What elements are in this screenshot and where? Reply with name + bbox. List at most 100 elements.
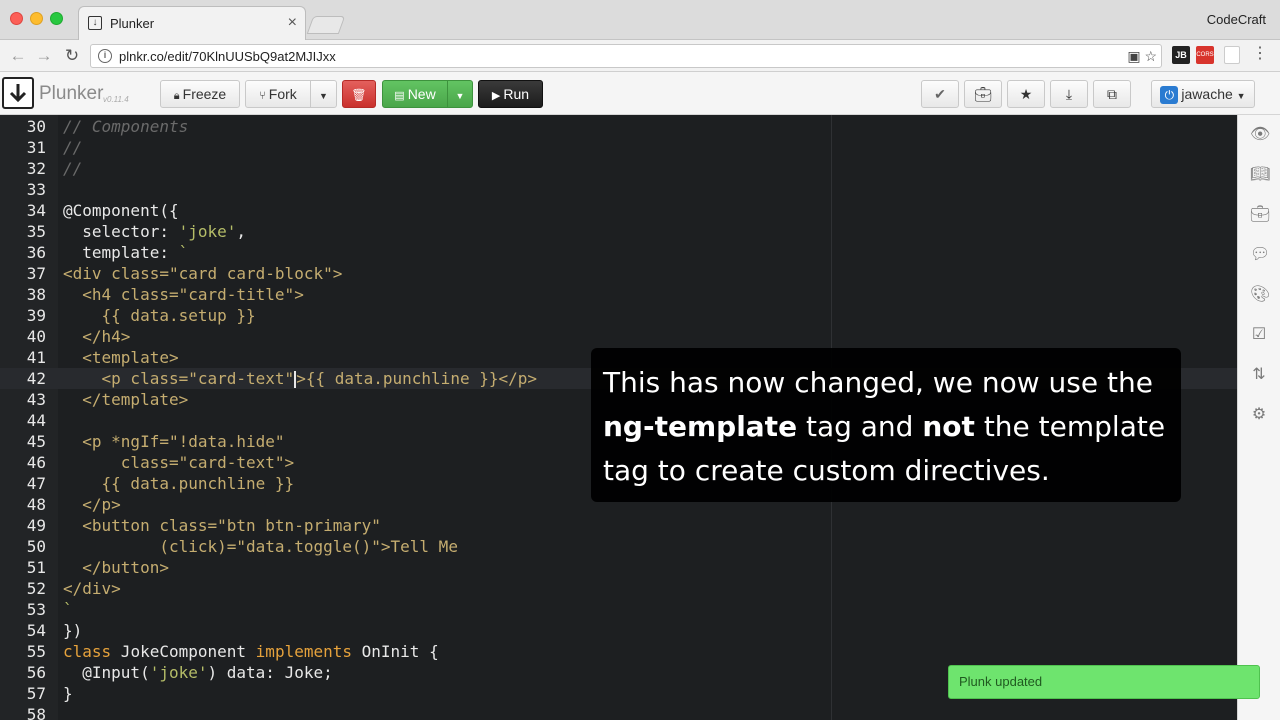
palette-icon[interactable]: 🎨︎ <box>1250 286 1270 304</box>
freeze-button[interactable]: 🔒︎ Freeze <box>160 80 240 108</box>
plunker-logo-icon[interactable] <box>2 77 34 109</box>
code-line[interactable]: 32 // <box>0 158 1237 179</box>
code-token: </h4> <box>63 327 131 346</box>
close-window-button[interactable] <box>10 12 23 25</box>
comments-icon[interactable]: 💬︎ <box>1250 246 1270 264</box>
save-check-button[interactable]: ✔ <box>921 80 959 108</box>
code-line[interactable]: 33 <box>0 179 1237 200</box>
code-line[interactable]: 38 <h4 class="card-title"> <box>0 284 1237 305</box>
trash-icon: 🗑︎ <box>351 88 367 102</box>
line-number: 42 <box>26 369 46 388</box>
code-text: </button> <box>63 557 169 578</box>
tab-close-icon[interactable]: × <box>288 14 297 32</box>
url-text: plnkr.co/edit/70KlnUUSbQ9at2MJIJxx <box>119 49 336 64</box>
star-button[interactable]: ★ <box>1007 80 1045 108</box>
code-text: <h4 class="card-title"> <box>63 284 304 305</box>
briefcase-icon[interactable]: 💼︎ <box>1250 206 1270 224</box>
code-line[interactable]: 37 <div class="card card-block"> <box>0 263 1237 284</box>
code-token: @Input( <box>63 663 150 682</box>
code-line[interactable]: 30 // Components <box>0 116 1237 137</box>
code-line[interactable]: 40 </h4> <box>0 326 1237 347</box>
user-menu-button[interactable]: ⏻ jawache ▼ <box>1151 80 1255 108</box>
reload-icon[interactable]: ↻ <box>62 46 82 66</box>
code-token: class="card-text"> <box>63 453 295 472</box>
jetbrains-extension-icon[interactable]: JB <box>1172 46 1190 64</box>
code-line[interactable]: 55 class JokeComponent implements OnInit … <box>0 641 1237 662</box>
run-label: Run <box>503 86 530 102</box>
fork-button[interactable]: ⑂ Fork <box>245 80 311 108</box>
code-line[interactable]: 39 {{ data.setup }} <box>0 305 1237 326</box>
code-token: >{{ data.punchline }}</p> <box>296 369 538 388</box>
site-info-icon[interactable]: i <box>98 49 112 63</box>
code-line[interactable]: 36 template: ` <box>0 242 1237 263</box>
caret-down-icon: ▼ <box>1236 91 1246 101</box>
code-text: template: ` <box>63 242 188 263</box>
plunker-favicon-icon: ↓ <box>88 16 102 30</box>
code-text: {{ data.setup }} <box>63 305 256 326</box>
extension-icon[interactable] <box>1224 46 1240 64</box>
code-text: </p> <box>63 494 121 515</box>
checkbox-icon[interactable]: ☑ <box>1250 326 1268 344</box>
delete-button[interactable]: 🗑︎ <box>342 80 376 108</box>
line-number: 54 <box>26 621 46 640</box>
code-token: 'joke' <box>178 222 237 241</box>
url-field[interactable]: i plnkr.co/edit/70KlnUUSbQ9at2MJIJxx ▣ ☆ <box>90 44 1162 68</box>
external-link-icon: ⧉ <box>1107 86 1117 102</box>
video-caption: This has now changed, we now use the ng-… <box>591 348 1181 502</box>
sync-arrows-icon[interactable]: ⇅ <box>1250 366 1268 384</box>
maximize-window-button[interactable] <box>50 12 63 25</box>
line-number: 35 <box>26 222 46 241</box>
code-line[interactable]: 54}) <box>0 620 1237 641</box>
browser-profile-name[interactable]: CodeCraft <box>1207 12 1266 27</box>
plunk-updated-toast[interactable]: Plunk updated <box>948 665 1260 699</box>
run-button[interactable]: ▶ Run <box>478 80 543 108</box>
fork-dropdown-button[interactable]: ▼ <box>310 80 337 108</box>
code-line[interactable]: 35 selector: 'joke', <box>0 221 1237 242</box>
code-line[interactable]: 51 </button> <box>0 557 1237 578</box>
fork-icon: ⑂ <box>259 90 266 102</box>
minimize-window-button[interactable] <box>30 12 43 25</box>
cors-extension-icon[interactable]: CORS <box>1196 46 1214 64</box>
new-tab-button[interactable] <box>306 16 346 34</box>
line-number: 51 <box>26 558 46 577</box>
code-line[interactable]: 31 // <box>0 137 1237 158</box>
file-icon: ▤ <box>394 90 405 102</box>
line-number: 43 <box>26 390 46 409</box>
forward-arrow-icon[interactable]: → <box>34 46 54 66</box>
code-line[interactable]: 49 <button class="btn btn-primary" <box>0 515 1237 536</box>
code-line[interactable]: 50 (click)="data.toggle()">Tell Me <box>0 536 1237 557</box>
back-arrow-icon[interactable]: ← <box>8 46 28 66</box>
gear-icon[interactable]: ⚙ <box>1250 406 1268 424</box>
new-button[interactable]: ▤ New <box>382 80 448 108</box>
code-token: <template> <box>63 348 179 367</box>
code-line[interactable]: 52 </div> <box>0 578 1237 599</box>
code-text: ` <box>63 599 73 620</box>
line-number: 56 <box>26 663 46 682</box>
check-icon: ✔ <box>934 86 946 102</box>
toolbox-button[interactable]: 💼︎ <box>964 80 1002 108</box>
code-token: ` <box>178 243 189 262</box>
bookmark-star-icon[interactable]: ▣ ☆ <box>1127 48 1157 65</box>
code-line[interactable]: 34 @Component({ <box>0 200 1237 221</box>
code-text: class="card-text"> <box>63 452 294 473</box>
new-dropdown-button[interactable]: ▼ <box>447 80 473 108</box>
line-number: 32 <box>26 159 46 178</box>
caret-down-icon: ▼ <box>455 91 465 101</box>
code-token: {{ data.punchline }} <box>63 474 295 493</box>
open-external-button[interactable]: ⧉ <box>1093 80 1131 108</box>
code-text: @Input('joke') data: Joke; <box>63 662 332 683</box>
code-line[interactable]: 58 <box>0 704 1237 720</box>
fork-label: Fork <box>268 86 297 102</box>
download-button[interactable]: ⤓ <box>1050 80 1088 108</box>
code-text: selector: 'joke', <box>63 221 246 242</box>
browser-menu-icon[interactable]: ⋮ <box>1252 46 1268 64</box>
code-text: </h4> <box>63 326 130 347</box>
book-icon[interactable]: 📖︎ <box>1250 166 1270 184</box>
caption-text: This has now changed, we now use the <box>603 366 1153 399</box>
code-token: } <box>63 684 73 703</box>
briefcase-icon: 💼︎ <box>974 86 992 102</box>
code-line[interactable]: 53 ` <box>0 599 1237 620</box>
eye-icon[interactable]: 👁︎ <box>1250 126 1270 144</box>
browser-tab[interactable]: ↓ Plunker × <box>78 6 306 40</box>
tab-title: Plunker <box>110 16 155 31</box>
